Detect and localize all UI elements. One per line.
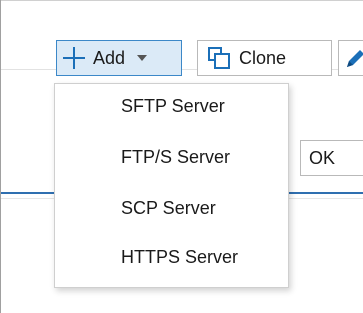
menu-item-scp-server[interactable]: SCP Server bbox=[121, 198, 216, 219]
ok-button[interactable]: OK bbox=[300, 140, 363, 176]
clone-button-label: Clone bbox=[239, 47, 287, 68]
chevron-down-icon[interactable] bbox=[137, 55, 148, 61]
menu-item-ftps-server[interactable]: FTP/S Server bbox=[121, 147, 230, 168]
plus-icon bbox=[63, 47, 85, 69]
add-button-label: Add bbox=[93, 47, 126, 68]
pencil-icon bbox=[347, 50, 363, 67]
add-dropdown-menu: SFTP Server FTP/S Server SCP Server HTTP… bbox=[54, 83, 289, 288]
add-button[interactable]: Add bbox=[56, 40, 182, 76]
clone-icon bbox=[208, 47, 230, 69]
menu-item-https-server[interactable]: HTTPS Server bbox=[121, 247, 238, 268]
clone-button[interactable]: Clone bbox=[197, 40, 332, 76]
menu-item-sftp-server[interactable]: SFTP Server bbox=[121, 96, 225, 117]
edit-button[interactable] bbox=[338, 40, 363, 76]
